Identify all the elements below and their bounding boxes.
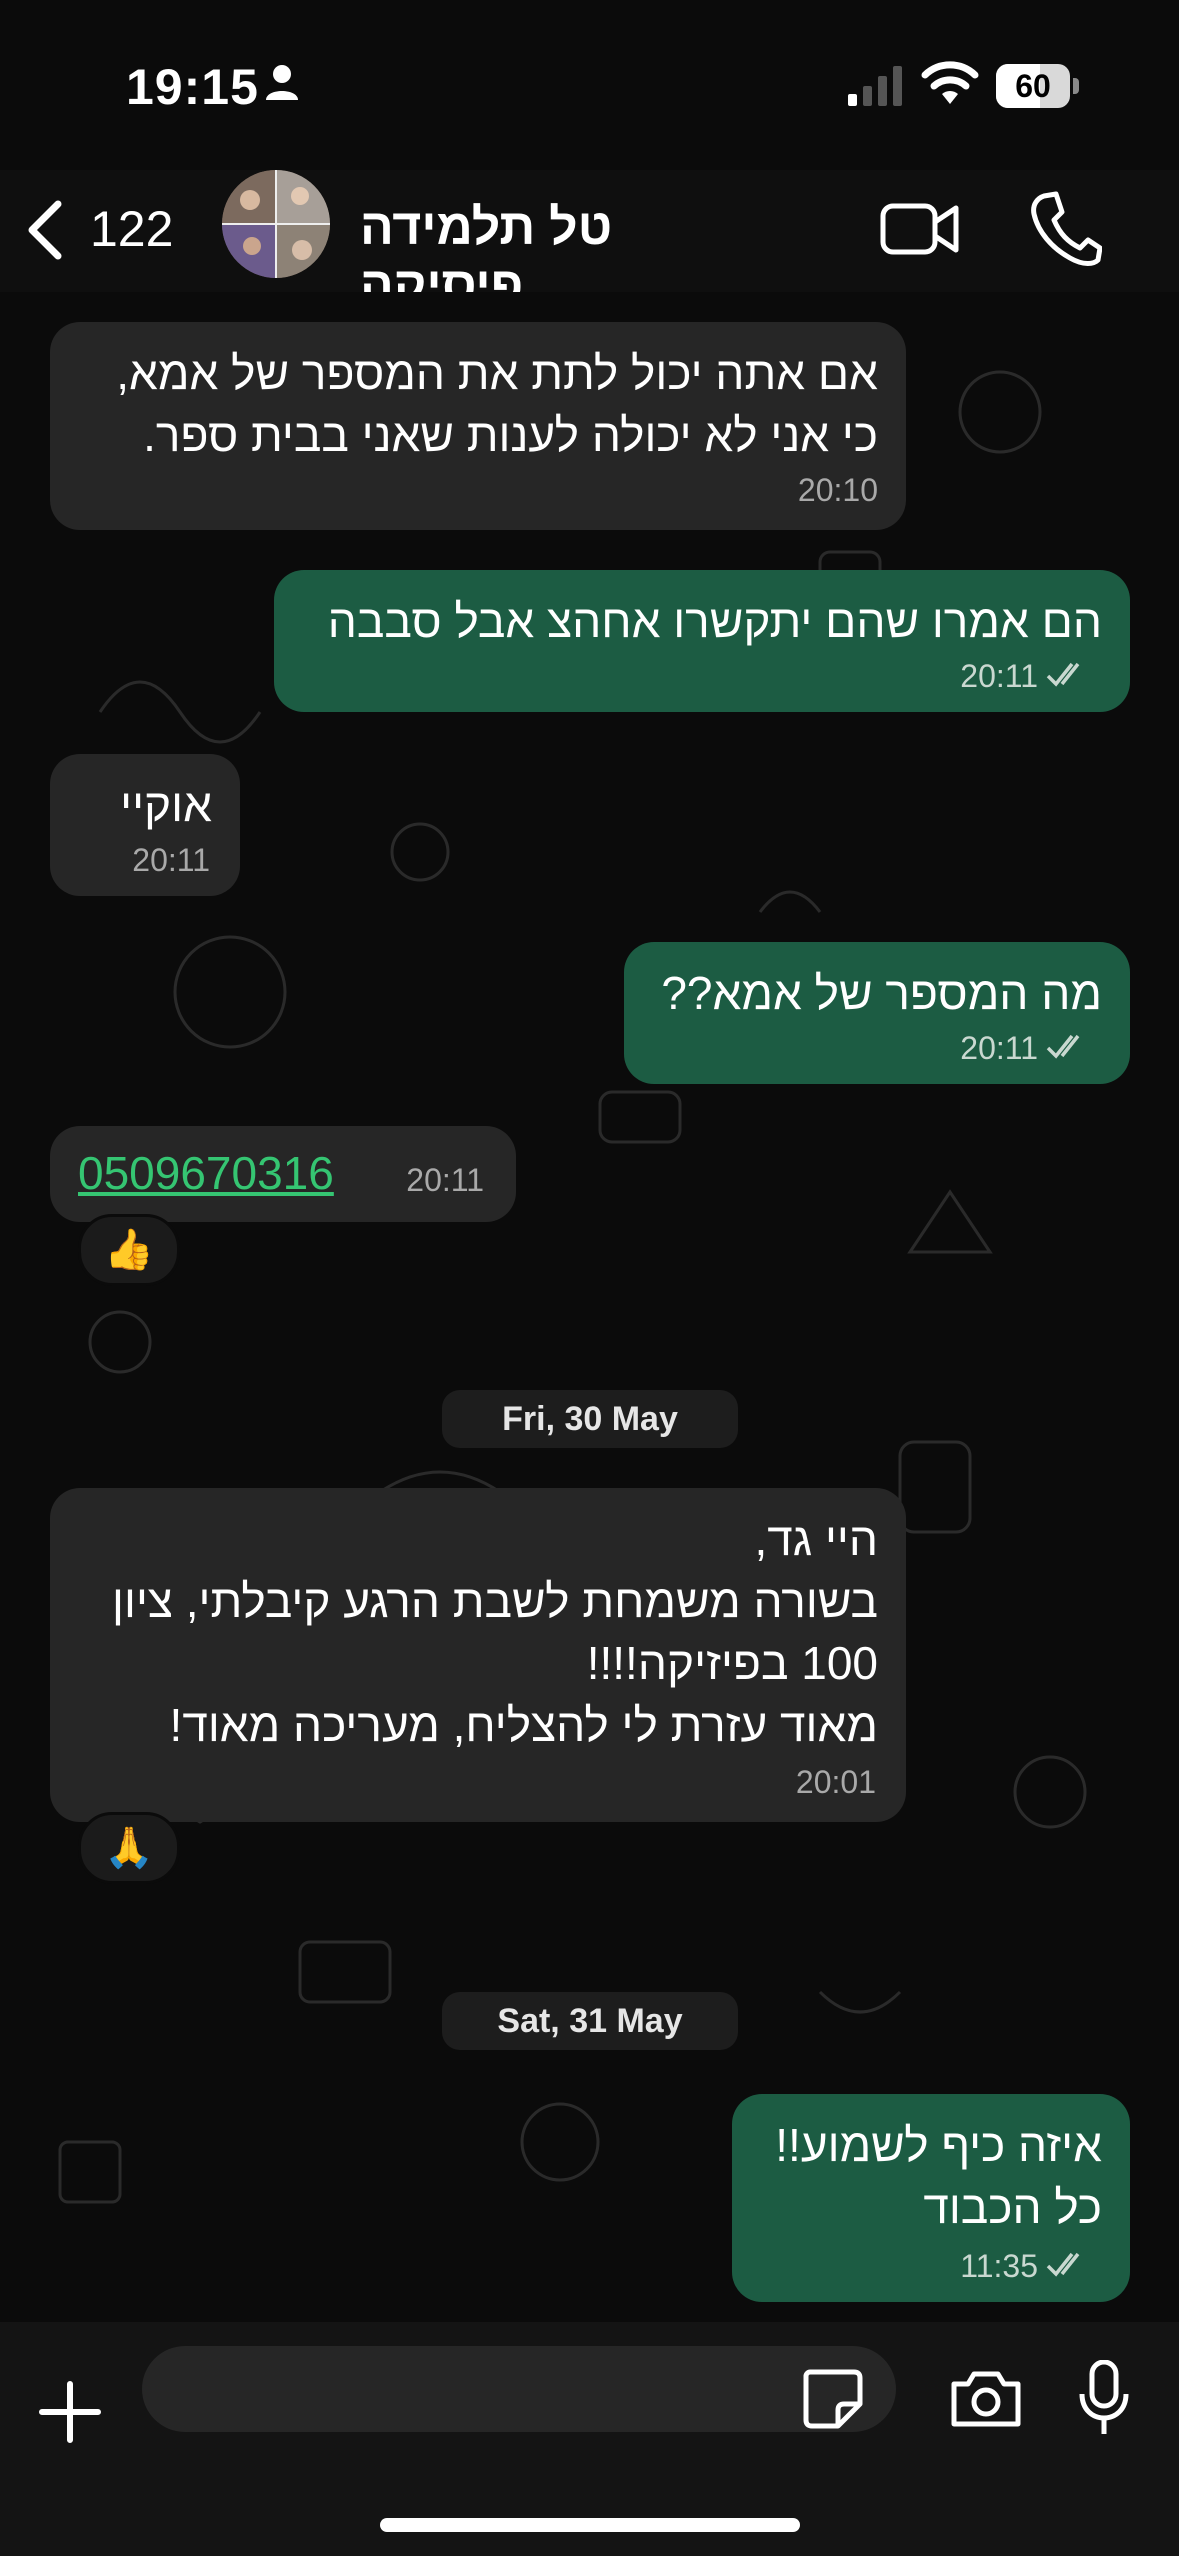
chevron-left-icon[interactable]: [20, 198, 76, 262]
avatar[interactable]: [222, 170, 330, 278]
message-line: בשורה משמחת לשבת הרגע קיבלתי, ציון: [112, 1575, 878, 1627]
message-line: כי אני לא יכולה לענות שאני בבית ספר.: [143, 409, 878, 461]
message-composer: [0, 2322, 1179, 2556]
message-line: אם אתה יכול לתת את המספר של אמא,: [116, 347, 878, 399]
battery-nub: [1073, 78, 1079, 94]
chat-header: 122 טל תלמידה פיסיקה: [0, 170, 1179, 313]
video-camera-icon[interactable]: [880, 194, 960, 264]
message-bubble-outgoing[interactable]: מה המספר של אמא?? 20:11: [624, 942, 1130, 1084]
date-separator: Sat, 31 May: [442, 1992, 738, 2050]
message-bubble-incoming[interactable]: אם אתה יכול לתת את המספר של אמא, כי אני …: [50, 322, 906, 530]
message-bubble-incoming[interactable]: 0509670316 20:11: [50, 1126, 516, 1222]
message-time: 11:35: [960, 2248, 1038, 2284]
cellular-signal-icon: [848, 66, 902, 106]
wifi-icon: [921, 61, 979, 104]
message-bubble-incoming[interactable]: אוקיי 20:11: [50, 754, 240, 896]
message-text: מה המספר של אמא??: [661, 967, 1102, 1019]
message-bubble-incoming[interactable]: היי גד, בשורה משמחת לשבת הרגע קיבלתי, צי…: [50, 1488, 906, 1822]
status-bar: 19:15 60: [0, 0, 1179, 170]
reaction-folded-hands[interactable]: 🙏: [78, 1812, 180, 1884]
microphone-icon[interactable]: [1078, 2360, 1130, 2436]
message-line: 100 בפיזיקה!!!!: [586, 1637, 878, 1689]
message-time: 20:11: [960, 658, 1038, 694]
plus-icon[interactable]: [38, 2380, 102, 2444]
read-receipt-icon: [1046, 1034, 1080, 1059]
message-line: מאוד עזרת לי להצליח, מעריכה מאוד!: [169, 1699, 878, 1751]
message-time: 20:11: [960, 1030, 1038, 1066]
sticker-icon[interactable]: [800, 2366, 864, 2430]
message-line: היי גד,: [754, 1513, 878, 1565]
message-bubble-outgoing[interactable]: הם אמרו שהם יתקשרו אחהצ אבל סבבה 20:11: [274, 570, 1130, 712]
message-bubble-outgoing[interactable]: איזה כיף לשמוע!! כל הכבוד 11:35: [732, 2094, 1130, 2302]
message-line: איזה כיף לשמוע!!: [775, 2119, 1102, 2171]
message-text: היי גד, בשורה משמחת לשבת הרגע קיבלתי, צי…: [112, 1508, 878, 1756]
message-time: 20:01: [795, 1764, 876, 1800]
home-indicator[interactable]: [380, 2518, 800, 2532]
back-unread-count[interactable]: 122: [90, 200, 173, 258]
read-receipt-icon: [1046, 662, 1080, 687]
message-time: 20:11: [132, 842, 210, 878]
message-line: כל הכבוד: [923, 2181, 1102, 2233]
reaction-thumbs-up[interactable]: 👍: [78, 1214, 180, 1286]
message-text: הם אמרו שהם יתקשרו אחהצ אבל סבבה: [327, 595, 1102, 647]
status-time: 19:15: [126, 59, 259, 115]
message-text: איזה כיף לשמוע!! כל הכבוד: [775, 2114, 1102, 2238]
date-separator: Fri, 30 May: [442, 1390, 738, 1448]
read-receipt-icon: [1046, 2252, 1080, 2277]
message-list[interactable]: אם אתה יכול לתת את המספר של אמא, כי אני …: [0, 292, 1179, 2322]
message-input[interactable]: [142, 2346, 896, 2432]
message-text: אם אתה יכול לתת את המספר של אמא, כי אני …: [116, 342, 878, 466]
message-text: אוקיי: [120, 779, 212, 831]
phone-icon[interactable]: [1030, 190, 1102, 266]
battery-level: 60: [1015, 68, 1051, 104]
message-time: 20:10: [797, 472, 878, 508]
camera-icon[interactable]: [948, 2366, 1024, 2430]
battery-indicator: 60: [996, 64, 1080, 108]
person-icon: [266, 65, 298, 100]
avatar-collage-image: [222, 170, 330, 278]
message-time: 20:11: [406, 1162, 484, 1198]
phone-number-link[interactable]: 0509670316: [78, 1146, 334, 1200]
